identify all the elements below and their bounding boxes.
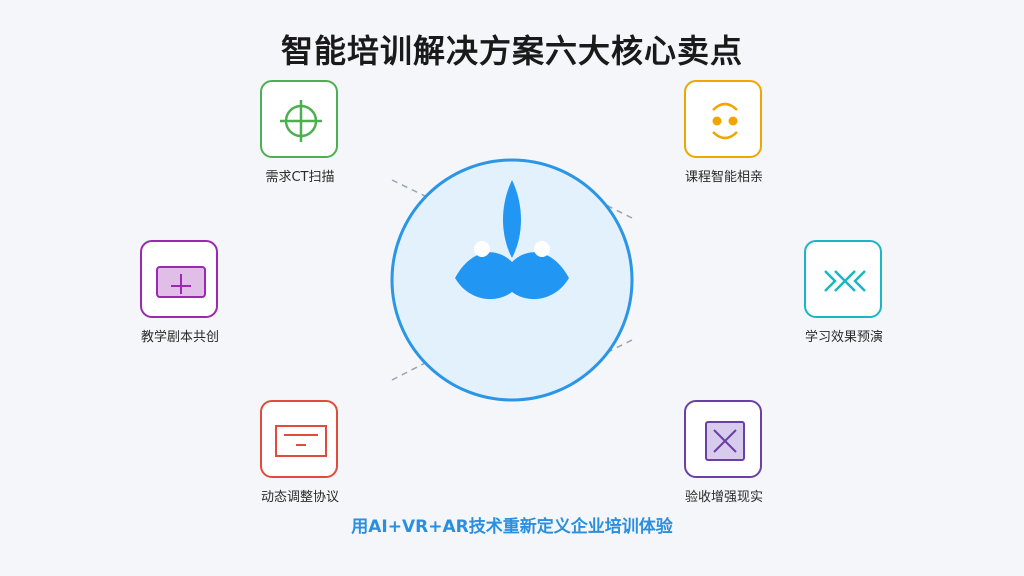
node-script-cocreation [140, 240, 218, 318]
smile-face-icon [712, 102, 738, 140]
node-requirement-scan [260, 80, 338, 158]
node-label: 验收增强现实 [684, 490, 763, 505]
node-label: 需求CT扫描 [265, 170, 335, 185]
x-box-icon [705, 421, 745, 461]
node-effect-preview [804, 240, 882, 318]
node-dynamic-protocol [260, 400, 338, 478]
plus-card-icon [156, 266, 206, 298]
node-label: 课程智能相亲 [684, 170, 763, 185]
node-ar-acceptance [684, 400, 762, 478]
document-minus-icon [275, 425, 327, 457]
node-label: 教学剧本共创 [140, 330, 219, 345]
crosshair-icon [280, 100, 322, 142]
node-course-matching [684, 80, 762, 158]
node-label: 学习效果预演 [804, 330, 883, 345]
wave-cross-icon [824, 270, 866, 292]
page-subtitle: 用AI+VR+AR技术重新定义企业培训体验 [351, 517, 673, 537]
node-label: 动态调整协议 [260, 490, 339, 505]
